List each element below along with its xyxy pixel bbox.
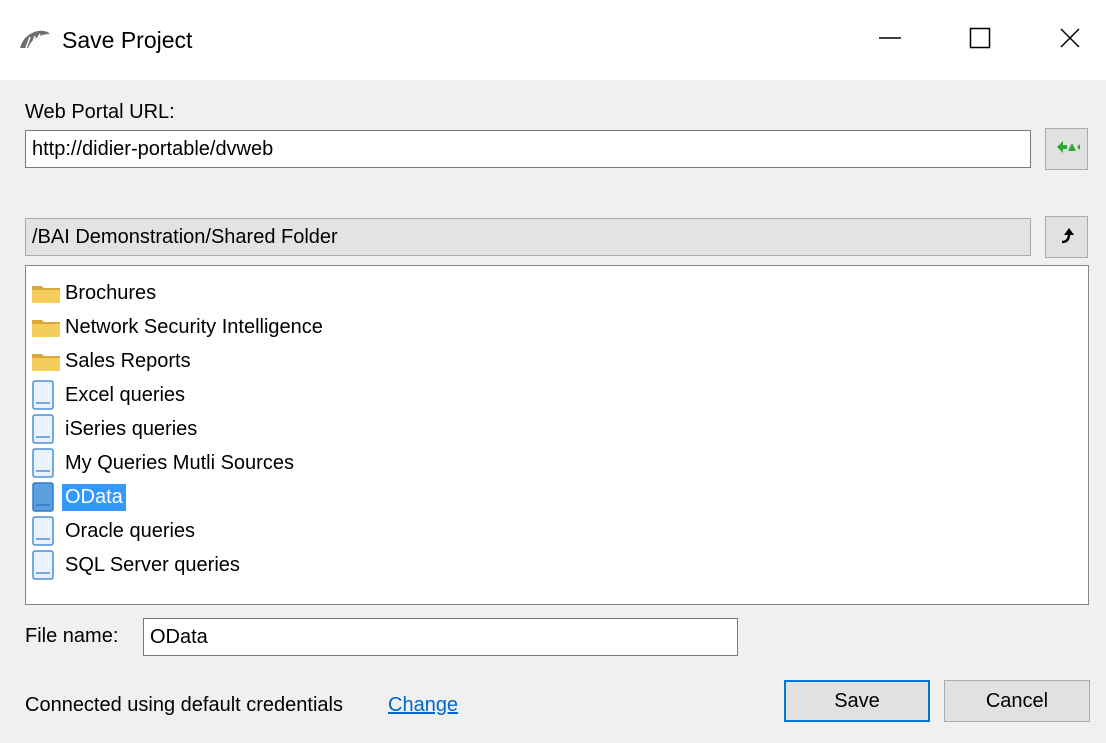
- list-item-odata[interactable]: OData: [31, 482, 126, 512]
- folder-icon: [31, 278, 61, 308]
- connection-status-text: Connected using default credentials: [25, 694, 343, 716]
- list-item-label: Brochures: [65, 281, 157, 304]
- list-item-brochures[interactable]: Brochures: [31, 278, 159, 308]
- file-name-label: File name:: [25, 625, 119, 647]
- close-button[interactable]: [1025, 0, 1106, 80]
- refresh-connect-icon: [1054, 137, 1087, 162]
- document-icon: [31, 516, 61, 546]
- minimize-icon: [879, 27, 901, 54]
- folder-up-icon: [1059, 226, 1075, 249]
- list-item-label: OData: [62, 483, 126, 511]
- folder-icon: [31, 312, 61, 342]
- folder-icon: [31, 346, 61, 376]
- list-item-label: SQL Server queries: [65, 553, 240, 576]
- connect-button[interactable]: [1045, 128, 1088, 170]
- list-item-oracle-queries[interactable]: Oracle queries: [31, 516, 198, 546]
- list-item-label: Network Security Intelligence: [65, 315, 323, 338]
- list-item-my-queries-mutli-sources[interactable]: My Queries Mutli Sources: [31, 448, 297, 478]
- document-icon: [31, 482, 61, 512]
- maximize-icon: [969, 27, 991, 54]
- portal-url-label: Web Portal URL:: [25, 101, 175, 123]
- file-name-input[interactable]: OData: [143, 618, 738, 656]
- document-icon: [31, 414, 61, 444]
- portal-url-input[interactable]: http://didier-portable/dvweb: [25, 130, 1031, 168]
- save-button[interactable]: Save: [784, 680, 930, 722]
- title-bar: Save Project: [0, 0, 1106, 80]
- list-item-label: My Queries Mutli Sources: [65, 451, 294, 474]
- list-item-label: Sales Reports: [65, 349, 191, 372]
- minimize-button[interactable]: [845, 0, 935, 80]
- change-credentials-link[interactable]: Change: [388, 694, 458, 717]
- list-item-label: Oracle queries: [65, 519, 196, 542]
- cancel-button[interactable]: Cancel: [944, 680, 1090, 722]
- list-item-sql-server-queries[interactable]: SQL Server queries: [31, 550, 243, 580]
- maximize-button[interactable]: [935, 0, 1025, 80]
- wing-logo-icon: [18, 28, 52, 50]
- window-title: Save Project: [62, 27, 193, 53]
- list-item-excel-queries[interactable]: Excel queries: [31, 380, 188, 410]
- list-item-sales-reports[interactable]: Sales Reports: [31, 346, 194, 376]
- close-icon: [1059, 27, 1081, 54]
- folder-contents-list[interactable]: Brochures Network Security Intelligence …: [25, 265, 1089, 605]
- document-icon: [31, 448, 61, 478]
- list-item-label: Excel queries: [65, 383, 186, 406]
- list-item-network-security-intelligence[interactable]: Network Security Intelligence: [31, 312, 326, 342]
- folder-up-button[interactable]: [1045, 216, 1088, 258]
- list-item-iseries-queries[interactable]: iSeries queries: [31, 414, 200, 444]
- folder-path-display: /BAI Demonstration/Shared Folder: [25, 218, 1031, 256]
- list-item-label: iSeries queries: [65, 417, 198, 440]
- document-icon: [31, 550, 61, 580]
- document-icon: [31, 380, 61, 410]
